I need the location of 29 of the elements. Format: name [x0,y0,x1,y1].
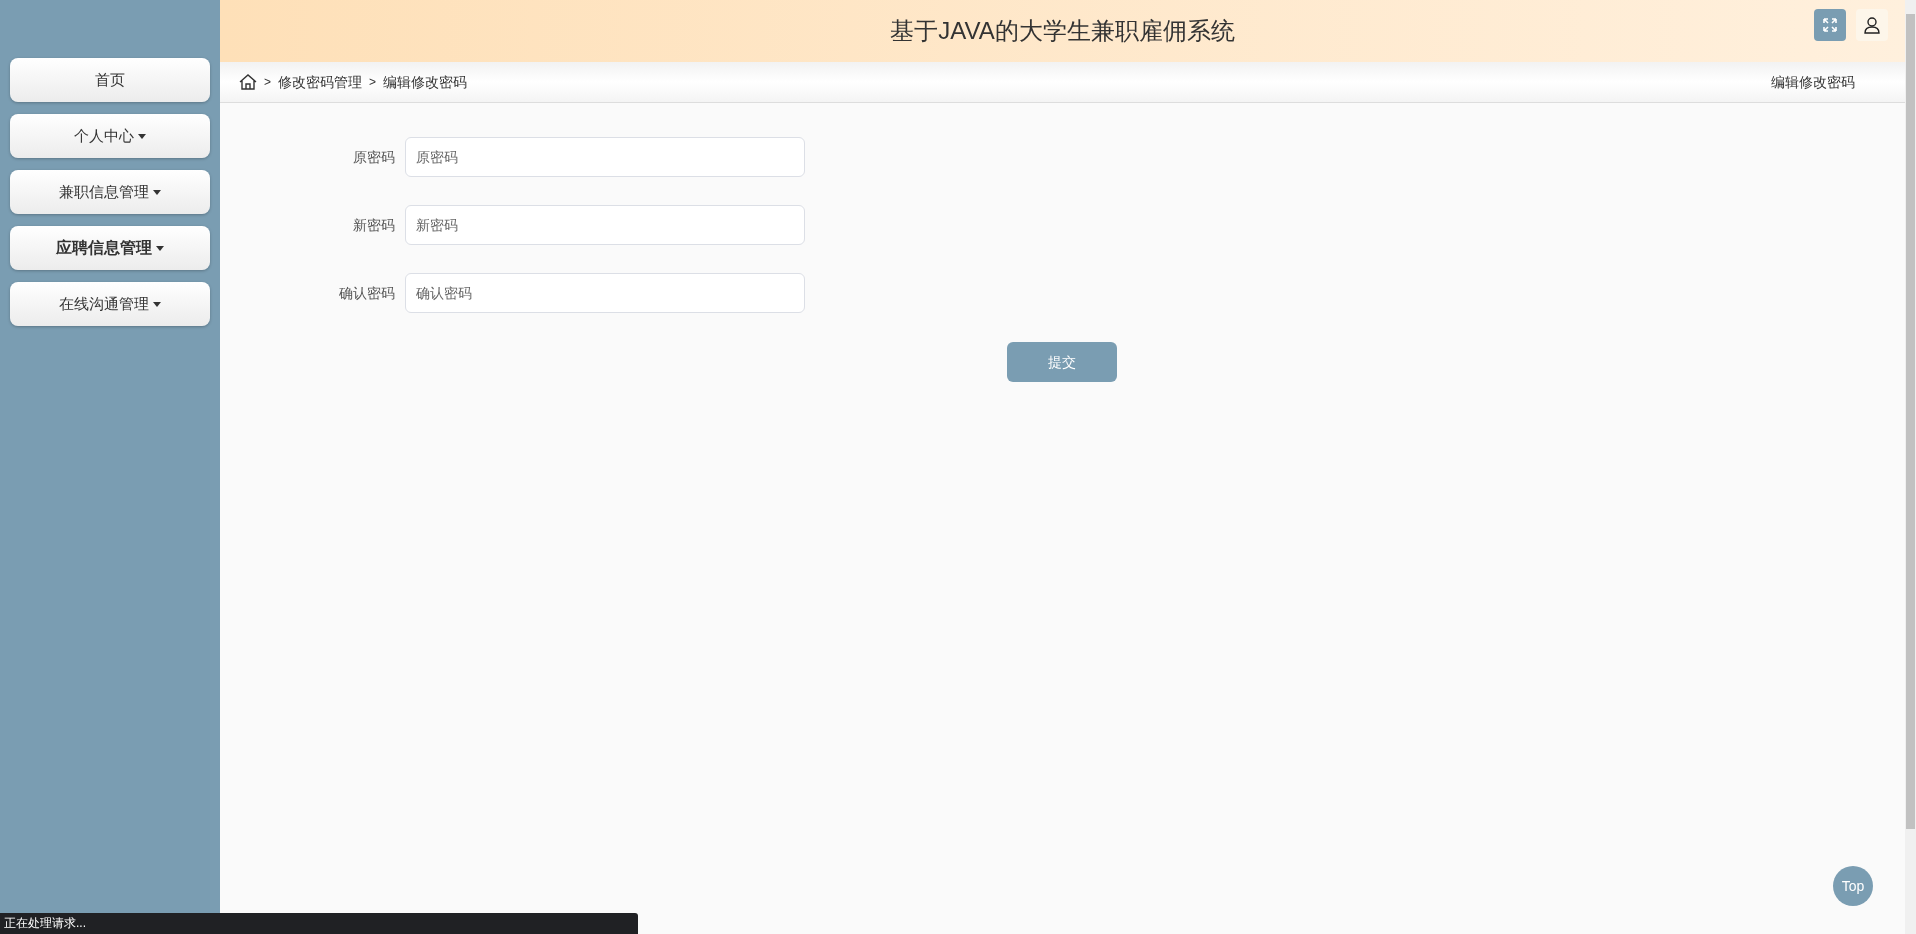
scrollbar[interactable] [1905,0,1916,934]
field-label: 确认密码 [338,283,396,303]
sidebar-menu-item[interactable]: 应聘信息管理 [10,226,210,270]
field-label: 原密码 [352,147,396,167]
password-field[interactable]: 新密码 [405,205,805,245]
caret-icon [138,133,146,139]
sidebar-menu-item[interactable]: 兼职信息管理 [10,170,210,214]
breadcrumb-link[interactable]: 编辑修改密码 [383,71,468,93]
breadcrumb-link[interactable]: 修改密码管理 [278,71,362,93]
sidebar-menu-item[interactable]: 首页 [10,58,210,102]
sidebar-menu-item[interactable]: 个人中心 [10,114,210,158]
fullscreen-button[interactable] [1814,9,1846,41]
breadcrumb-separator: > [369,74,377,91]
user-button[interactable] [1856,9,1888,41]
status-bar: 正在处理请求... [0,913,638,934]
user-icon [1863,16,1881,34]
scrollbar-thumb[interactable] [1906,14,1915,829]
page-title: 编辑修改密码 [1771,72,1855,92]
sidebar-menu-item[interactable]: 在线沟通管理 [10,282,210,326]
password-field[interactable]: 确认密码 [405,273,805,313]
breadcrumb-separator: > [264,74,271,91]
field-label: 新密码 [352,215,396,235]
home-icon[interactable] [239,73,257,91]
expand-icon [1822,17,1838,33]
caret-icon [153,301,161,307]
caret-icon [156,245,164,251]
password-field[interactable]: 原密码 [405,137,805,177]
system-title: 基于JAVA的大学生兼职雇佣系统 [890,16,1235,46]
caret-icon [153,189,161,195]
